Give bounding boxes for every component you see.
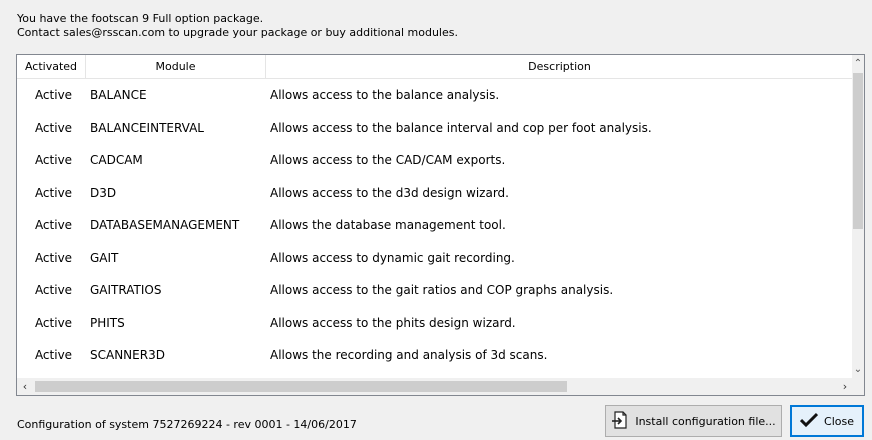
table-row[interactable]: Active DATABASEMANAGEMENT Allows the datab… bbox=[17, 209, 853, 242]
cell-activated: Active bbox=[34, 120, 73, 135]
table-row[interactable]: Active GAITRATIOS Allows access to the gai… bbox=[17, 274, 853, 307]
cell-module: GAITRATIOS bbox=[90, 283, 162, 298]
cell-description: Allows access to the phits design wizard… bbox=[270, 315, 516, 330]
scroll-right-icon[interactable]: › bbox=[837, 378, 853, 395]
cell-activated: Active bbox=[34, 250, 73, 265]
cell-module: CADCAM bbox=[90, 153, 143, 168]
cell-description: Allows access to the CAD/CAM exports. bbox=[270, 153, 506, 168]
cell-description: Allows access to the d3d design wizard. bbox=[270, 185, 509, 200]
horizontal-scrollbar[interactable]: ‹ › bbox=[17, 378, 853, 395]
table-row[interactable]: Active BALANCEINTERVAL Allows access to th… bbox=[17, 112, 853, 145]
table-row[interactable]: Active PHITS Allows access to the phits de… bbox=[17, 307, 853, 340]
cell-description: Allows the database management tool. bbox=[270, 218, 506, 233]
cell-description: Allows access to the balance interval an… bbox=[270, 120, 652, 135]
table-row[interactable]: Active SCANNER3D Allows the recording and … bbox=[17, 339, 853, 372]
close-button-label: Close bbox=[824, 414, 854, 428]
contact-info: Contact sales@rsscan.com to upgrade your… bbox=[17, 26, 458, 39]
table-row[interactable]: Active CADCAM Allows access to the CAD/CAM… bbox=[17, 144, 853, 177]
cell-activated: Active bbox=[34, 88, 73, 103]
cell-activated: Active bbox=[34, 348, 73, 363]
cell-description: Allows access to dynamic gait recording. bbox=[270, 250, 515, 265]
cell-description: Allows the recording and analysis of 3d … bbox=[270, 348, 548, 363]
vertical-scrollbar[interactable]: ⌃ ⌄ bbox=[852, 55, 864, 379]
cell-activated: Active bbox=[34, 218, 73, 233]
header-description[interactable]: Description bbox=[266, 55, 853, 78]
vertical-scroll-thumb[interactable] bbox=[853, 73, 863, 229]
cell-module: SCANNER3D bbox=[90, 348, 165, 363]
cell-module: DATABASEMANAGEMENT bbox=[90, 218, 240, 233]
cell-description: Allows access to the gait ratios and COP… bbox=[270, 283, 614, 298]
checkmark-icon bbox=[799, 412, 819, 431]
scroll-down-icon[interactable]: ⌄ bbox=[852, 363, 864, 377]
intro-text: You have the footscan 9 Full option pack… bbox=[17, 12, 458, 40]
cell-module: BALANCEINTERVAL bbox=[90, 120, 204, 135]
package-info: You have the footscan 9 Full option pack… bbox=[17, 12, 264, 25]
scroll-left-icon[interactable]: ‹ bbox=[17, 378, 33, 395]
cell-activated: Active bbox=[34, 283, 73, 298]
table-row[interactable]: Active BALANCE Allows access to the balanc… bbox=[17, 79, 853, 112]
import-file-icon bbox=[611, 410, 629, 432]
table-row[interactable]: Active GAIT Allows access to dynamic gait … bbox=[17, 242, 853, 275]
close-button[interactable]: Close bbox=[790, 405, 864, 437]
scroll-up-icon[interactable]: ⌃ bbox=[852, 57, 864, 71]
cell-module: BALANCE bbox=[90, 88, 147, 103]
table-body: Active BALANCE Allows access to the balanc… bbox=[17, 79, 853, 372]
cell-module: D3D bbox=[90, 185, 117, 200]
configuration-info: Configuration of system 7527269224 - rev… bbox=[17, 418, 357, 431]
cell-activated: Active bbox=[34, 185, 73, 200]
table-header: Activated Module Description bbox=[17, 55, 853, 79]
scroll-corner bbox=[852, 378, 864, 395]
table-row[interactable]: Active D3D Allows access to the d3d design… bbox=[17, 177, 853, 210]
header-module[interactable]: Module bbox=[86, 55, 266, 78]
header-activated[interactable]: Activated bbox=[17, 55, 86, 78]
cell-activated: Active bbox=[34, 315, 73, 330]
install-button-label: Install configuration file... bbox=[635, 414, 776, 428]
cell-module: GAIT bbox=[90, 250, 119, 265]
horizontal-scroll-thumb[interactable] bbox=[35, 381, 567, 392]
cell-activated: Active bbox=[34, 153, 73, 168]
modules-table[interactable]: Activated Module Description Active BALAN… bbox=[16, 54, 865, 396]
cell-description: Allows access to the balance analysis. bbox=[270, 88, 500, 103]
install-configuration-button[interactable]: Install configuration file... bbox=[605, 405, 782, 437]
cell-module: PHITS bbox=[90, 315, 125, 330]
